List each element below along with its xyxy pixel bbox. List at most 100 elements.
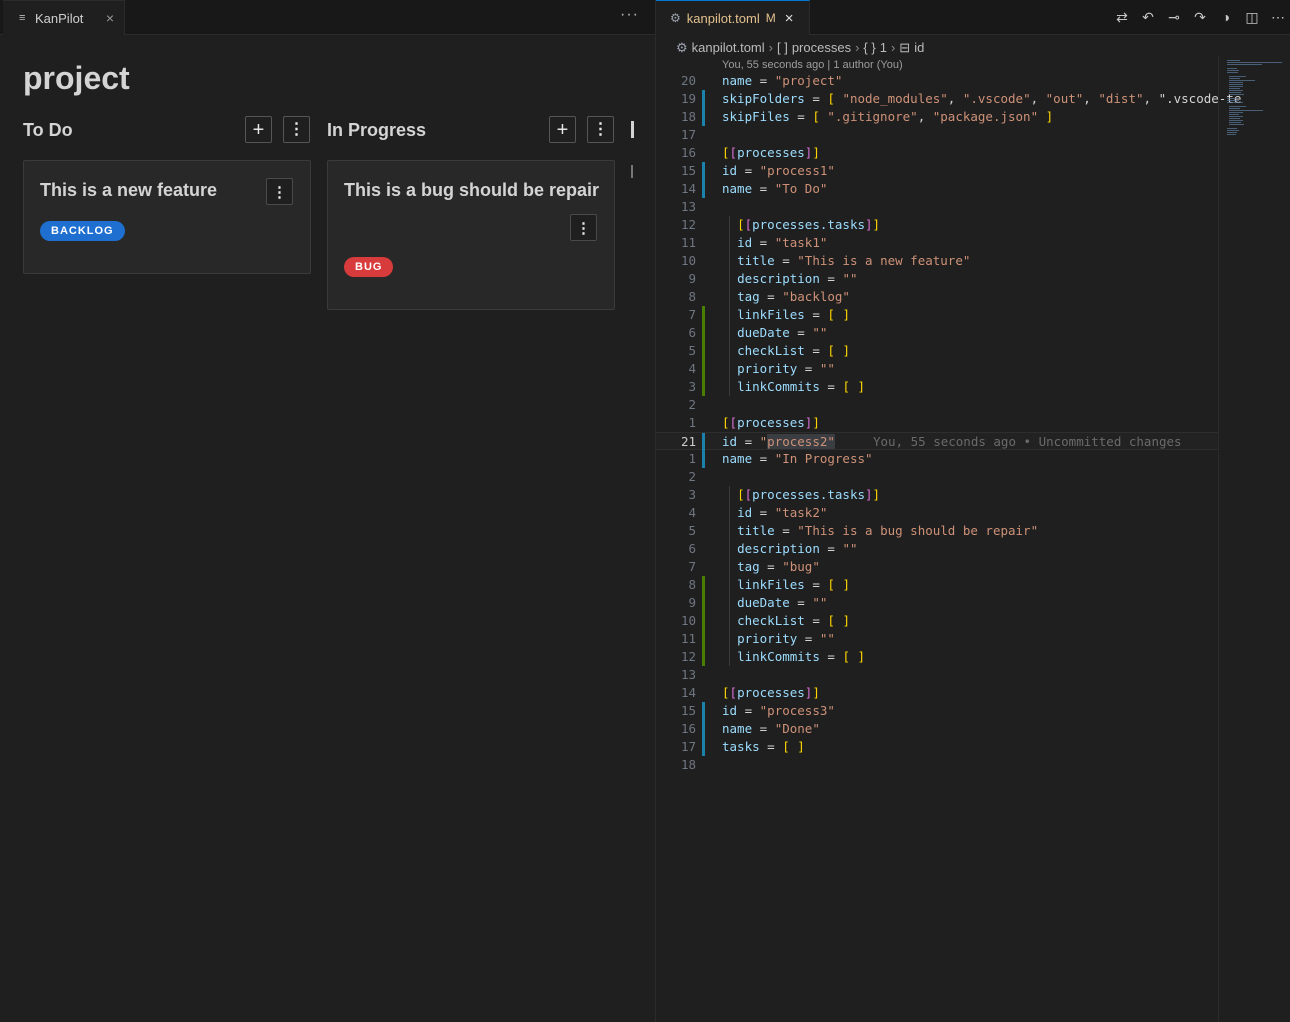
code-line[interactable]: 7 linkFiles = [ ]: [656, 306, 1218, 324]
breadcrumb-file[interactable]: kanpilot.toml: [692, 40, 765, 55]
tab-kanpilot[interactable]: ≡ KanPilot ×: [3, 0, 125, 35]
code-line[interactable]: 9 dueDate = "": [656, 594, 1218, 612]
code-line[interactable]: 14 name = "To Do": [656, 180, 1218, 198]
code-line[interactable]: 15 id = "process1": [656, 162, 1218, 180]
code-line[interactable]: 3 linkCommits = [ ]: [656, 378, 1218, 396]
breadcrumb-id[interactable]: id: [914, 40, 924, 55]
column-done-card-partial: [631, 165, 633, 178]
code-line[interactable]: 10 checkList = [ ]: [656, 612, 1218, 630]
minimap-row: [1227, 132, 1237, 133]
code-line[interactable]: 20 name = "project": [656, 72, 1218, 90]
code-line[interactable]: 3 [[processes.tasks]]: [656, 486, 1218, 504]
gutter-added-marker[interactable]: [702, 576, 705, 594]
line-number: 8: [688, 577, 696, 592]
card-task1[interactable]: This is a new feature ⋮ BACKLOG: [23, 160, 311, 274]
code-line[interactable]: 2: [656, 396, 1218, 414]
tab-kanpilot-toml[interactable]: ⚙ kanpilot.toml M ×: [656, 0, 810, 35]
code-line[interactable]: 21 id = "process2" You, 55 seconds ago • U…: [656, 432, 1218, 451]
go-back-icon[interactable]: ↶: [1141, 9, 1155, 26]
gutter-modified-marker[interactable]: [702, 90, 705, 108]
card-task2[interactable]: This is a bug should be repair ⋮ BUG: [327, 160, 615, 310]
gutter-added-marker[interactable]: [702, 324, 705, 342]
code-line[interactable]: 11 id = "task1": [656, 234, 1218, 252]
code-text: name = "project": [722, 73, 843, 88]
gutter-added-marker[interactable]: [702, 360, 705, 378]
codelens-blame[interactable]: You, 55 seconds ago | 1 author (You): [722, 59, 903, 71]
tag-badge-backlog: BACKLOG: [40, 221, 125, 241]
code-line[interactable]: 5 checkList = [ ]: [656, 342, 1218, 360]
more-actions-icon[interactable]: ⋯: [1271, 9, 1285, 26]
git-commit-icon[interactable]: ⊸: [1167, 9, 1181, 26]
code-line[interactable]: 4 id = "task2": [656, 504, 1218, 522]
gutter-modified-marker[interactable]: [702, 720, 705, 738]
line-number: 18: [680, 757, 696, 772]
code-line[interactable]: 18: [656, 756, 1218, 774]
breadcrumb-index[interactable]: 1: [880, 40, 887, 55]
gutter-added-marker[interactable]: [702, 612, 705, 630]
code-line[interactable]: 16 [[processes]]: [656, 144, 1218, 162]
gutter-modified-marker[interactable]: [702, 702, 705, 720]
code-editor[interactable]: 20 name = "project" 19 skipFolders = [ "nod…: [656, 72, 1241, 774]
gutter-added-marker[interactable]: [702, 648, 705, 666]
code-line[interactable]: 9 description = "": [656, 270, 1218, 288]
code-line[interactable]: 8 tag = "backlog": [656, 288, 1218, 306]
code-line[interactable]: 4 priority = "": [656, 360, 1218, 378]
code-line[interactable]: 6 description = "": [656, 540, 1218, 558]
code-line[interactable]: 2: [656, 468, 1218, 486]
line-number: 4: [688, 505, 696, 520]
code-line[interactable]: 10 title = "This is a new feature": [656, 252, 1218, 270]
code-line[interactable]: 15 id = "process3": [656, 702, 1218, 720]
gutter-added-marker[interactable]: [702, 342, 705, 360]
line-number: 2: [688, 469, 696, 484]
code-line[interactable]: 6 dueDate = "": [656, 324, 1218, 342]
code-line[interactable]: 11 priority = "": [656, 630, 1218, 648]
line-number: 3: [688, 379, 696, 394]
code-line[interactable]: 1 name = "In Progress": [656, 450, 1218, 468]
minimap-row: [1229, 112, 1243, 113]
column-menu-button-todo[interactable]: ⋮: [283, 116, 310, 143]
column-menu-button-inprogress[interactable]: ⋮: [587, 116, 614, 143]
code-line[interactable]: 12 linkCommits = [ ]: [656, 648, 1218, 666]
more-actions-icon[interactable]: ···: [620, 6, 639, 24]
gutter-added-marker[interactable]: [702, 378, 705, 396]
go-forward-icon[interactable]: ↷: [1193, 9, 1207, 26]
gutter-modified-marker[interactable]: [702, 180, 705, 198]
code-line[interactable]: 19 skipFolders = [ "node_modules", ".vsco…: [656, 90, 1241, 108]
code-line[interactable]: 17 tasks = [ ]: [656, 738, 1218, 756]
add-card-button-todo[interactable]: +: [245, 116, 272, 143]
code-line[interactable]: 16 name = "Done": [656, 720, 1218, 738]
card-menu-button[interactable]: ⋮: [570, 214, 597, 241]
breadcrumb-processes[interactable]: processes: [792, 40, 851, 55]
code-line[interactable]: 17: [656, 126, 1218, 144]
close-tab-icon[interactable]: ×: [785, 10, 794, 27]
gutter-modified-marker[interactable]: [702, 738, 705, 756]
gutter-modified-marker[interactable]: [702, 433, 705, 451]
split-editor-icon[interactable]: ◫: [1245, 9, 1259, 26]
gutter-modified-marker[interactable]: [702, 108, 705, 126]
open-changes-icon[interactable]: ◑: [1219, 9, 1233, 26]
gutter-modified-marker[interactable]: [702, 450, 705, 468]
code-line[interactable]: 18 skipFiles = [ ".gitignore", "package.j…: [656, 108, 1218, 126]
code-line[interactable]: 1 [[processes]]: [656, 414, 1218, 432]
card-menu-button[interactable]: ⋮: [266, 178, 293, 205]
gutter-added-marker[interactable]: [702, 306, 705, 324]
compare-changes-icon[interactable]: ⇄: [1115, 9, 1129, 26]
code-line[interactable]: 8 linkFiles = [ ]: [656, 576, 1218, 594]
close-tab-icon[interactable]: ×: [106, 10, 114, 26]
inline-blame: You, 55 seconds ago • Uncommitted change…: [873, 434, 1182, 449]
line-number: 4: [688, 361, 696, 376]
line-number: 6: [688, 325, 696, 340]
array-icon: [ ]: [776, 40, 788, 55]
line-number: 9: [688, 595, 696, 610]
code-line[interactable]: 5 title = "This is a bug should be repai…: [656, 522, 1218, 540]
code-line[interactable]: 14 [[processes]]: [656, 684, 1218, 702]
code-line[interactable]: 13: [656, 666, 1218, 684]
gutter-added-marker[interactable]: [702, 630, 705, 648]
gutter-modified-marker[interactable]: [702, 162, 705, 180]
code-line[interactable]: 13: [656, 198, 1218, 216]
code-line[interactable]: 7 tag = "bug": [656, 558, 1218, 576]
minimap[interactable]: [1218, 56, 1290, 1022]
gutter-added-marker[interactable]: [702, 594, 705, 612]
add-card-button-inprogress[interactable]: +: [549, 116, 576, 143]
code-line[interactable]: 12 [[processes.tasks]]: [656, 216, 1218, 234]
